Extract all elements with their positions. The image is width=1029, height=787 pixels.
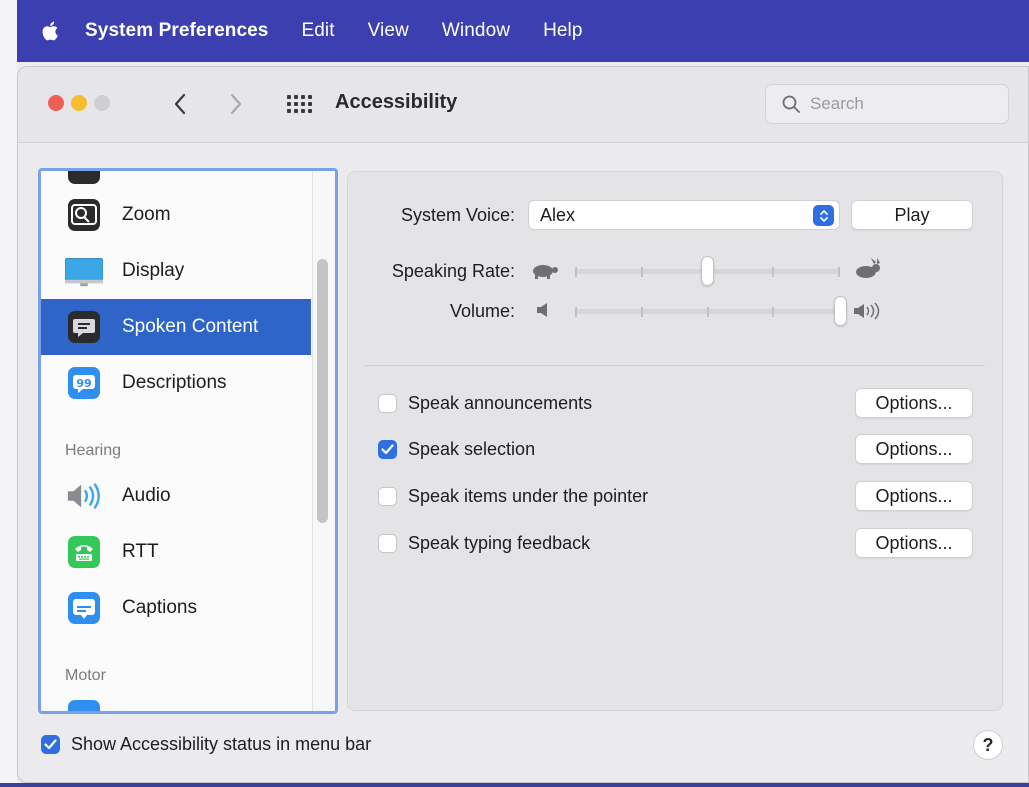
turtle-icon — [530, 260, 560, 282]
sidebar-item-spoken-content[interactable]: Spoken Content — [41, 299, 311, 355]
sidebar-item-label: RTT — [122, 541, 159, 562]
show-all-button[interactable] — [286, 92, 314, 116]
speak-items-under-pointer-options-button[interactable]: Options... — [855, 481, 973, 511]
captions-icon — [65, 591, 103, 625]
category-sidebar[interactable]: Zoom Display Spoken Content 99 Descripti… — [38, 168, 338, 714]
display-icon — [65, 254, 103, 288]
sidebar-item-rtt[interactable]: RTT — [41, 524, 311, 580]
sidebar-item-label: Spoken Content — [122, 316, 259, 337]
window-title: Accessibility — [335, 91, 458, 113]
grid-icon — [287, 95, 312, 113]
search-field[interactable]: Search — [765, 84, 1009, 124]
desktop-edge — [0, 0, 17, 787]
sidebar-item-label: Captions — [122, 597, 197, 618]
voice-control-icon — [65, 699, 103, 711]
descriptions-icon: 99 — [65, 366, 103, 400]
sidebar-item-label: Display — [122, 260, 185, 281]
voiceover-icon — [65, 171, 103, 185]
sidebar-item-audio[interactable]: Audio — [41, 468, 311, 524]
title-bar: Accessibility Search — [18, 67, 1028, 143]
speak-selection-checkbox[interactable] — [378, 440, 397, 459]
chevron-left-icon — [174, 93, 186, 115]
volume-high-icon — [853, 301, 883, 321]
accessibility-window: Accessibility Search Zoom Display Spoken… — [17, 66, 1029, 783]
speak-items-under-pointer-label: Speak items under the pointer — [408, 486, 649, 506]
spoken-content-panel: System Voice: Alex Play Speaking Rate: V… — [347, 171, 1003, 711]
tick-mark — [772, 267, 774, 277]
system-voice-label: System Voice: — [400, 205, 515, 225]
section-hearing: Hearing — [65, 442, 122, 459]
volume-low-icon — [536, 302, 552, 320]
show-status-checkbox[interactable] — [41, 735, 60, 754]
play-button[interactable]: Play — [851, 200, 973, 230]
speaking-rate-slider-thumb[interactable] — [700, 256, 714, 286]
search-placeholder: Search — [810, 94, 864, 113]
rtt-icon — [65, 535, 103, 569]
audio-icon — [65, 479, 103, 513]
sidebar-item-captions[interactable]: Captions — [41, 580, 311, 636]
rabbit-icon — [852, 258, 882, 280]
sidebar-item-descriptions[interactable]: 99 Descriptions — [41, 355, 311, 411]
speak-typing-feedback-options-button[interactable]: Options... — [855, 528, 973, 558]
apple-logo-icon[interactable] — [23, 20, 75, 42]
forward-button[interactable] — [226, 89, 246, 119]
menu-help[interactable]: Help — [543, 20, 582, 42]
chevron-right-icon — [230, 93, 242, 115]
sidebar-item-display[interactable]: Display — [41, 243, 311, 299]
sidebar-scrollbar-thumb[interactable] — [317, 259, 328, 523]
spoken-content-icon — [65, 310, 103, 344]
tick-mark — [575, 307, 577, 317]
minimize-window-button[interactable] — [71, 95, 87, 111]
speaking-rate-label: Speaking Rate: — [391, 261, 515, 281]
system-voice-select[interactable]: Alex — [528, 200, 840, 230]
speak-typing-feedback-label: Speak typing feedback — [408, 533, 591, 553]
svg-text:99: 99 — [76, 377, 91, 390]
help-button[interactable]: ? — [973, 730, 1003, 760]
sidebar-item-voice-control[interactable] — [41, 693, 311, 711]
sidebar-list: Zoom Display Spoken Content 99 Descripti… — [41, 171, 311, 711]
section-motor: Motor — [65, 667, 106, 684]
speak-announcements-options-button[interactable]: Options... — [855, 388, 973, 418]
show-status-label: Show Accessibility status in menu bar — [71, 734, 372, 754]
tick-mark — [772, 307, 774, 317]
tick-mark — [575, 267, 577, 277]
speak-typing-feedback-checkbox[interactable] — [378, 534, 397, 553]
sidebar-item-label: Audio — [122, 485, 171, 506]
tick-mark — [838, 267, 840, 277]
zoom-window-button[interactable] — [94, 95, 110, 111]
tick-mark — [641, 307, 643, 317]
volume-slider-thumb[interactable] — [833, 296, 847, 326]
close-window-button[interactable] — [48, 95, 64, 111]
menu-bar: System Preferences Edit View Window Help — [17, 0, 1029, 62]
search-icon — [782, 95, 800, 113]
checkmark-icon — [381, 444, 394, 455]
section-divider — [365, 365, 985, 366]
volume-label: Volume: — [449, 301, 515, 321]
speak-selection-options-button[interactable]: Options... — [855, 434, 973, 464]
menu-view[interactable]: View — [368, 20, 409, 42]
speak-selection-label: Speak selection — [408, 439, 536, 459]
tick-mark — [707, 307, 709, 317]
back-button[interactable] — [170, 89, 190, 119]
speak-announcements-label: Speak announcements — [408, 393, 593, 413]
menu-system-preferences[interactable]: System Preferences — [85, 20, 268, 42]
tick-mark — [641, 267, 643, 277]
menu-edit[interactable]: Edit — [301, 20, 334, 42]
system-voice-value: Alex — [540, 204, 576, 225]
sidebar-item-label: Descriptions — [122, 372, 227, 393]
speak-items-under-pointer-checkbox[interactable] — [378, 487, 397, 506]
sidebar-item-label: Zoom — [122, 204, 171, 225]
desktop-bottom-edge — [0, 783, 1029, 787]
sidebar-item-zoom[interactable]: Zoom — [41, 187, 311, 243]
speak-announcements-checkbox[interactable] — [378, 394, 397, 413]
zoom-icon — [65, 198, 103, 232]
select-stepper-icon — [813, 205, 834, 226]
menu-window[interactable]: Window — [442, 20, 510, 42]
checkmark-icon — [44, 739, 57, 750]
